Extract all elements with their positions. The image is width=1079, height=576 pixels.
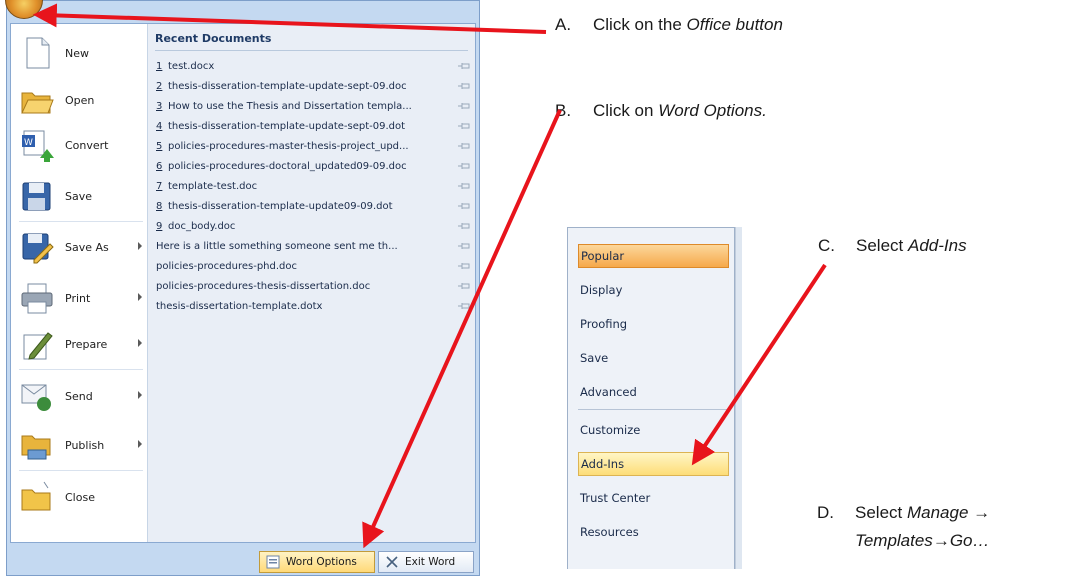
annotation-arrows xyxy=(32,3,827,549)
arrow-to-add-ins xyxy=(691,263,827,466)
arrow-to-office-button xyxy=(32,3,547,34)
arrow-to-word-options xyxy=(362,109,562,549)
